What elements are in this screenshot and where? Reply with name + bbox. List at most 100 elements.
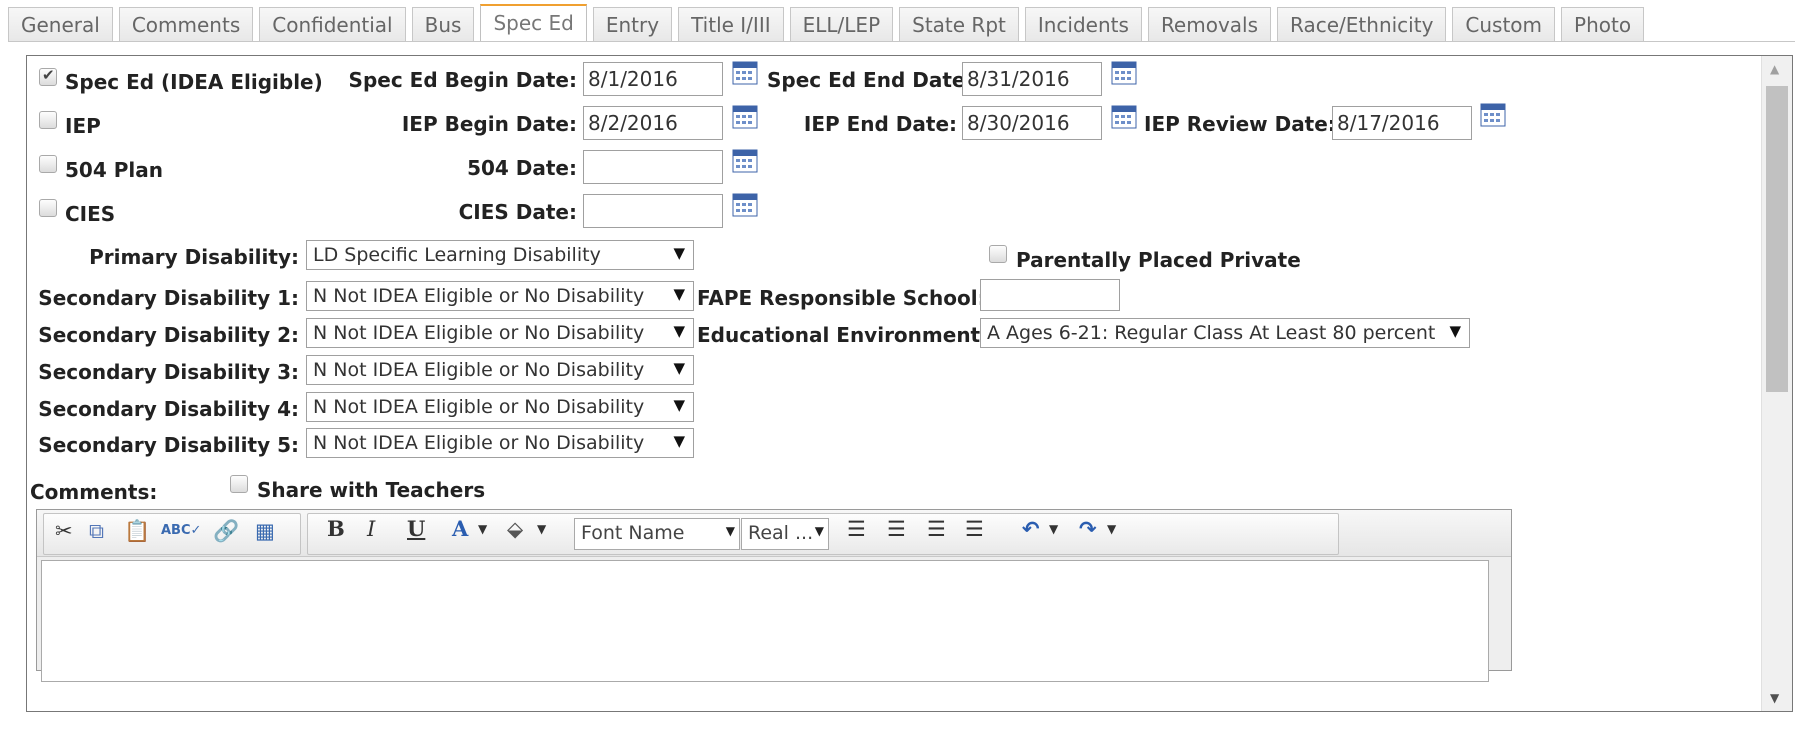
chevron-down-icon[interactable]: ▼ <box>1049 516 1058 542</box>
font-color-button[interactable]: A <box>452 516 468 542</box>
iep-begin-date-input[interactable]: 8/2/2016 <box>583 106 723 140</box>
tab-entry[interactable]: Entry <box>592 7 673 41</box>
calendar-icon[interactable] <box>1111 104 1137 130</box>
link-icon[interactable]: 🔗 <box>213 518 239 544</box>
secondary-disability-2-label: Secondary Disability 2: <box>38 323 299 347</box>
italic-button[interactable]: I <box>367 516 375 542</box>
spec-ed-checkbox[interactable] <box>39 66 57 86</box>
tab-state-rpt[interactable]: State Rpt <box>899 7 1019 41</box>
parentally-placed-checkbox[interactable] <box>989 245 1007 263</box>
calendar-icon[interactable] <box>732 192 758 218</box>
copy-icon[interactable]: ⧉ <box>89 518 104 544</box>
calendar-icon[interactable] <box>1480 102 1506 128</box>
secondary-disability-4-value: N Not IDEA Eligible or No Disability <box>313 396 645 418</box>
dropdown-arrow-icon: ▼ <box>673 285 685 303</box>
secondary-disability-5-value: N Not IDEA Eligible or No Disability <box>313 432 645 454</box>
secondary-disability-5-label: Secondary Disability 5: <box>38 433 299 457</box>
secondary-disability-4-select[interactable]: N Not IDEA Eligible or No Disability ▼ <box>306 392 694 422</box>
secondary-disability-3-value: N Not IDEA Eligible or No Disability <box>313 359 645 381</box>
chevron-down-icon[interactable]: ▼ <box>537 516 546 542</box>
secondary-disability-2-select[interactable]: N Not IDEA Eligible or No Disability ▼ <box>306 318 694 348</box>
cies-date-label: CIES Date: <box>458 200 577 224</box>
dropdown-arrow-icon: ▼ <box>673 322 685 340</box>
vertical-scrollbar[interactable]: ▲ ▼ <box>1761 56 1792 711</box>
comments-text-area[interactable] <box>41 560 1489 682</box>
redo-icon[interactable]: ↷ <box>1079 516 1097 542</box>
tab-removals[interactable]: Removals <box>1147 7 1272 41</box>
calendar-icon[interactable] <box>732 60 758 86</box>
edu-env-select[interactable]: A Ages 6-21: Regular Class At Least 80 p… <box>980 318 1470 348</box>
tab-general[interactable]: General <box>8 7 113 41</box>
spec-ed-end-label: Spec Ed End Date: <box>767 68 974 92</box>
spec-ed-end-date-input[interactable]: 8/31/2016 <box>962 62 1102 96</box>
chevron-down-icon[interactable]: ▼ <box>1107 516 1116 542</box>
tab-photo[interactable]: Photo <box>1561 7 1645 41</box>
dropdown-arrow-icon: ▼ <box>814 524 824 538</box>
spec-ed-label: Spec Ed (IDEA Eligible) <box>65 70 323 94</box>
secondary-disability-1-value: N Not IDEA Eligible or No Disability <box>313 285 645 307</box>
comments-label: Comments: <box>30 480 158 504</box>
504-date-label: 504 Date: <box>467 156 577 180</box>
fape-input[interactable] <box>980 279 1120 311</box>
iep-end-date-input[interactable]: 8/30/2016 <box>962 106 1102 140</box>
align-center-icon[interactable]: ☰ <box>887 516 906 542</box>
calendar-icon[interactable] <box>1111 60 1137 86</box>
tab-bus[interactable]: Bus <box>411 7 475 41</box>
undo-icon[interactable]: ↶ <box>1022 516 1040 542</box>
justify-icon[interactable]: ☰ <box>965 516 984 542</box>
table-icon[interactable]: ▦ <box>255 518 275 544</box>
share-with-teachers-checkbox[interactable] <box>230 475 248 493</box>
font-name-select[interactable]: Font Name ▼ <box>574 518 740 550</box>
spec-ed-begin-date-input[interactable]: 8/1/2016 <box>583 62 723 96</box>
calendar-icon[interactable] <box>732 148 758 174</box>
iep-checkbox[interactable] <box>39 111 57 129</box>
tab-ell-lep[interactable]: ELL/LEP <box>789 7 894 41</box>
font-size-select[interactable]: Real ... ▼ <box>741 518 829 550</box>
edu-env-value: A Ages 6-21: Regular Class At Least 80 p… <box>987 322 1436 344</box>
fill-color-icon[interactable]: ⬙ <box>507 516 523 542</box>
504-plan-label: 504 Plan <box>65 158 163 182</box>
cies-checkbox[interactable] <box>39 199 57 217</box>
align-left-icon[interactable]: ☰ <box>847 516 866 542</box>
paste-icon[interactable]: 📋 <box>124 518 150 544</box>
editor-toolbar: ✂ ⧉ 📋 ABC✓ 🔗 ▦ B I U A ▼ ⬙ ▼ Font Name ▼ … <box>37 510 1511 557</box>
underline-button[interactable]: U <box>407 516 425 542</box>
504-plan-checkbox[interactable] <box>39 155 57 173</box>
cut-icon[interactable]: ✂ <box>55 518 73 544</box>
iep-label: IEP <box>65 114 101 138</box>
calendar-icon[interactable] <box>732 104 758 130</box>
tab-bar: General Comments Confidential Bus Spec E… <box>8 4 1650 42</box>
504-date-input[interactable] <box>583 150 723 184</box>
secondary-disability-1-label: Secondary Disability 1: <box>38 286 299 310</box>
align-right-icon[interactable]: ☰ <box>927 516 946 542</box>
secondary-disability-2-value: N Not IDEA Eligible or No Disability <box>313 322 645 344</box>
dropdown-arrow-icon: ▼ <box>673 432 685 450</box>
scrollbar-thumb[interactable] <box>1766 86 1788 392</box>
iep-end-label: IEP End Date: <box>803 112 957 136</box>
iep-begin-label: IEP Begin Date: <box>401 112 577 136</box>
tab-spec-ed[interactable]: Spec Ed <box>480 4 587 42</box>
tab-incidents[interactable]: Incidents <box>1024 7 1142 41</box>
spellcheck-icon[interactable]: ABC✓ <box>161 518 201 544</box>
secondary-disability-1-select[interactable]: N Not IDEA Eligible or No Disability ▼ <box>306 281 694 311</box>
font-size-value: Real ... <box>748 522 814 544</box>
tab-confidential[interactable]: Confidential <box>259 7 406 41</box>
chevron-down-icon[interactable]: ▼ <box>478 516 487 542</box>
tab-comments[interactable]: Comments <box>118 7 254 41</box>
secondary-disability-5-select[interactable]: N Not IDEA Eligible or No Disability ▼ <box>306 428 694 458</box>
dropdown-arrow-icon: ▼ <box>673 359 685 377</box>
iep-review-date-input[interactable]: 8/17/2016 <box>1332 106 1472 140</box>
cies-date-input[interactable] <box>583 194 723 228</box>
tab-race-ethnicity[interactable]: Race/Ethnicity <box>1277 7 1447 41</box>
tab-title-i-iii[interactable]: Title I/III <box>678 7 784 41</box>
dropdown-arrow-icon: ▼ <box>673 396 685 414</box>
scroll-up-icon[interactable]: ▲ <box>1770 62 1779 76</box>
primary-disability-label: Primary Disability: <box>89 245 299 269</box>
tab-custom[interactable]: Custom <box>1452 7 1556 41</box>
secondary-disability-3-select[interactable]: N Not IDEA Eligible or No Disability ▼ <box>306 355 694 385</box>
cies-label: CIES <box>65 202 116 226</box>
scroll-down-icon[interactable]: ▼ <box>1770 691 1779 705</box>
primary-disability-select[interactable]: LD Specific Learning Disability ▼ <box>306 240 694 270</box>
dropdown-arrow-icon: ▼ <box>725 524 735 538</box>
bold-button[interactable]: B <box>327 516 345 542</box>
